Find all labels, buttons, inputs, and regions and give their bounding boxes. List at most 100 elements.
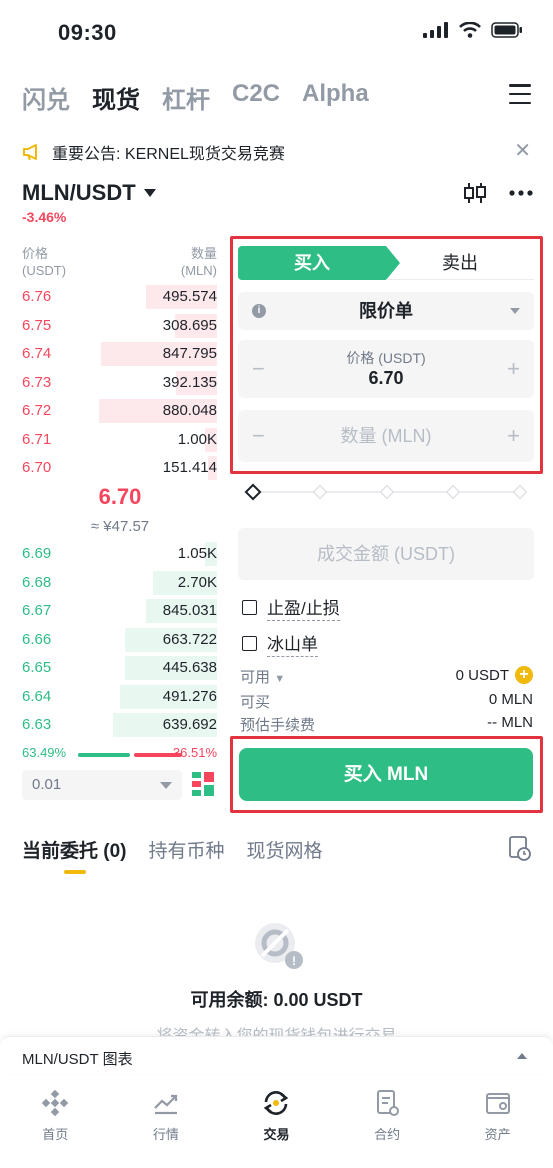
qty-header: 数量 xyxy=(190,246,217,261)
slider-mark-100[interactable] xyxy=(512,484,528,500)
ask-row[interactable]: 6.73 392.135 xyxy=(22,369,217,397)
signal-icon xyxy=(423,22,448,38)
available-row: 可用 ▼ 0 USDT + xyxy=(240,666,533,688)
bid-row[interactable]: 6.63 639.692 xyxy=(22,711,217,739)
available-label[interactable]: 可用 xyxy=(240,669,270,686)
tab-spot[interactable]: 现货 xyxy=(92,80,140,115)
bid-row[interactable]: 6.64 491.276 xyxy=(22,683,217,711)
price-input[interactable]: − 价格 (USDT) 6.70 + xyxy=(238,340,534,398)
nav-trade[interactable]: 交易 xyxy=(221,1076,332,1168)
checkbox-icon[interactable] xyxy=(242,636,257,651)
slider-mark-75[interactable] xyxy=(445,484,461,500)
chart-drawer-title: MLN/USDT 图表 xyxy=(22,1051,133,1068)
ask-row[interactable]: 6.71 1.00K xyxy=(22,426,217,454)
bid-row[interactable]: 6.69 1.05K xyxy=(22,540,217,568)
nav-futures-label: 合约 xyxy=(374,1127,401,1142)
iceberg-checkbox[interactable]: 冰山单 xyxy=(242,630,318,657)
nav-home[interactable]: 首页 xyxy=(0,1076,111,1168)
pair-actions xyxy=(463,182,533,204)
nav-assets[interactable]: 资产 xyxy=(442,1076,553,1168)
slider-mark-50[interactable] xyxy=(379,484,395,500)
ask-row[interactable]: 6.70 151.414 xyxy=(22,454,217,482)
bid-row[interactable]: 6.68 2.70K xyxy=(22,569,217,597)
active-tab-indicator xyxy=(64,870,86,874)
quantity-input[interactable]: − 数量 (MLN) + xyxy=(238,410,534,462)
fee-row: 预估手续费 -- MLN xyxy=(240,714,533,736)
amount-input[interactable]: 成交金额 (USDT) xyxy=(238,528,534,580)
ask-row[interactable]: 6.72 880.048 xyxy=(22,397,217,425)
tab-margin[interactable]: 杠杆 xyxy=(162,80,210,115)
trade-swap-icon xyxy=(264,1091,289,1115)
tab-holdings[interactable]: 持有币种 xyxy=(149,836,225,863)
slider-mark-25[interactable] xyxy=(312,484,328,500)
ask-price: 6.74 xyxy=(22,345,52,362)
chart-drawer[interactable]: MLN/USDT 图表 xyxy=(0,1036,553,1074)
price-increment-button[interactable]: + xyxy=(507,356,520,382)
chevron-down-icon[interactable]: ▼ xyxy=(274,673,285,685)
qty-increment-button[interactable]: + xyxy=(507,410,520,462)
ask-row[interactable]: 6.75 308.695 xyxy=(22,312,217,340)
order-history-icon[interactable] xyxy=(509,836,531,862)
orderbook-layout-icon[interactable] xyxy=(192,772,214,796)
buy-button[interactable]: 买入 MLN xyxy=(239,748,533,801)
wifi-icon xyxy=(459,22,481,38)
ask-price: 6.71 xyxy=(22,430,52,448)
menu-icon[interactable] xyxy=(509,84,531,104)
order-type-select[interactable]: i 限价单 xyxy=(238,292,534,330)
more-icon[interactable] xyxy=(509,190,533,196)
info-icon[interactable]: i xyxy=(252,304,266,318)
percentage-slider[interactable] xyxy=(244,482,528,502)
nav-futures[interactable]: 合约 xyxy=(332,1076,443,1168)
mid-price[interactable]: 6.70 xyxy=(0,484,240,510)
announcement-text: 重要公告: KERNEL现货交易竞赛 xyxy=(52,146,285,163)
slider-handle[interactable] xyxy=(244,483,262,501)
tp-sl-label: 止盈/止损 xyxy=(267,594,340,621)
bid-price: 6.67 xyxy=(22,602,52,619)
buy-tab[interactable]: 买入 xyxy=(238,246,400,280)
precision-select[interactable]: 0.01 xyxy=(22,770,182,800)
ask-row[interactable]: 6.74 847.795 xyxy=(22,340,217,368)
tab-convert[interactable]: 闪兑 xyxy=(22,80,70,115)
ask-row[interactable]: 6.76 495.574 xyxy=(22,283,217,311)
bid-qty: 2.70K xyxy=(177,573,217,591)
tab-c2c[interactable]: C2C xyxy=(232,80,280,115)
buy-ratio-bar xyxy=(78,753,130,757)
nav-markets-label: 行情 xyxy=(152,1127,179,1142)
bid-qty: 1.05K xyxy=(177,545,217,562)
candlestick-chart-icon[interactable] xyxy=(463,182,487,204)
bid-price: 6.65 xyxy=(22,659,52,676)
bottom-nav: 首页 行情 交易 合约 资产 xyxy=(0,1076,553,1168)
can-buy-value: 0 MLN xyxy=(488,691,533,708)
empty-state-icon: ! xyxy=(255,923,303,969)
can-buy-label: 可买 xyxy=(240,694,271,711)
ask-price: 6.70 xyxy=(22,459,52,476)
bid-qty: 663.722 xyxy=(162,630,217,648)
ask-qty: 847.795 xyxy=(162,345,217,362)
close-icon[interactable]: ✕ xyxy=(514,138,531,163)
bid-qty: 845.031 xyxy=(162,602,217,619)
sell-tab[interactable]: 卖出 xyxy=(386,246,534,280)
qty-unit: (MLN) xyxy=(180,263,217,278)
pair-selector[interactable]: MLN/USDT xyxy=(22,180,156,206)
bid-row[interactable]: 6.67 845.031 xyxy=(22,597,217,625)
bid-row[interactable]: 6.66 663.722 xyxy=(22,626,217,654)
megaphone-icon xyxy=(23,144,37,161)
fee-label: 预估手续费 xyxy=(240,717,316,734)
tab-alpha[interactable]: Alpha xyxy=(302,80,369,115)
tab-open-orders[interactable]: 当前委托 (0) xyxy=(22,836,127,863)
tab-spot-grid[interactable]: 现货网格 xyxy=(247,836,323,863)
ask-price: 6.72 xyxy=(22,402,52,419)
futures-doc-icon xyxy=(377,1090,400,1116)
qty-decrement-button[interactable]: − xyxy=(252,410,265,462)
nav-markets[interactable]: 行情 xyxy=(111,1076,222,1168)
price-change: -3.46% xyxy=(22,209,67,225)
ask-qty: 880.048 xyxy=(162,402,217,419)
announcement-bar[interactable]: 重要公告: KERNEL现货交易竞赛 xyxy=(22,140,285,164)
add-funds-icon[interactable]: + xyxy=(515,666,533,684)
ask-qty: 151.414 xyxy=(162,459,217,476)
bid-price: 6.68 xyxy=(22,573,52,591)
tp-sl-checkbox[interactable]: 止盈/止损 xyxy=(242,594,340,621)
checkbox-icon[interactable] xyxy=(242,600,257,615)
top-tabs: 闪兑 现货 杠杆 C2C Alpha xyxy=(22,80,369,115)
bid-row[interactable]: 6.65 445.638 xyxy=(22,654,217,682)
